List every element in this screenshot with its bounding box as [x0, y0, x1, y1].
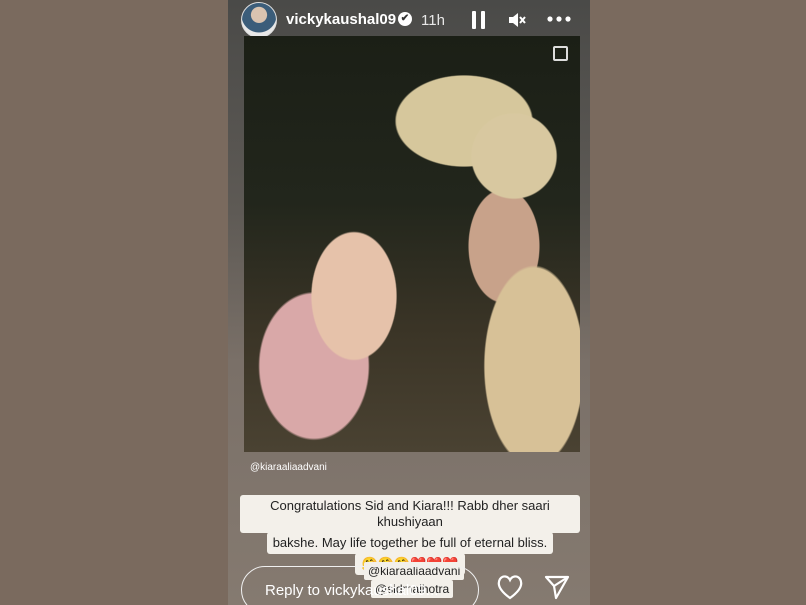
story-photo [244, 36, 580, 452]
username[interactable]: vickykaushal09 [286, 11, 396, 28]
story-time: 11h [421, 12, 445, 29]
pause-icon[interactable] [472, 11, 486, 29]
mute-icon[interactable] [507, 10, 527, 30]
photo-credit-tag[interactable]: @kiaraaliaadvani [250, 462, 327, 473]
avatar[interactable] [241, 2, 277, 38]
send-icon[interactable] [544, 574, 570, 600]
heart-icon[interactable] [496, 574, 524, 600]
caption-line-2: bakshe. May life together be full of ete… [266, 532, 554, 554]
story-viewer[interactable]: vickykaushal09 ✔ 11h @kiaraaliaadvani Co… [228, 0, 590, 605]
caption-line-1: Congratulations Sid and Kiara!!! Rabb dh… [240, 495, 580, 533]
gallery-icon [553, 46, 568, 61]
verified-icon: ✔ [398, 12, 412, 26]
more-icon[interactable] [546, 12, 572, 26]
reply-input[interactable] [241, 566, 479, 605]
